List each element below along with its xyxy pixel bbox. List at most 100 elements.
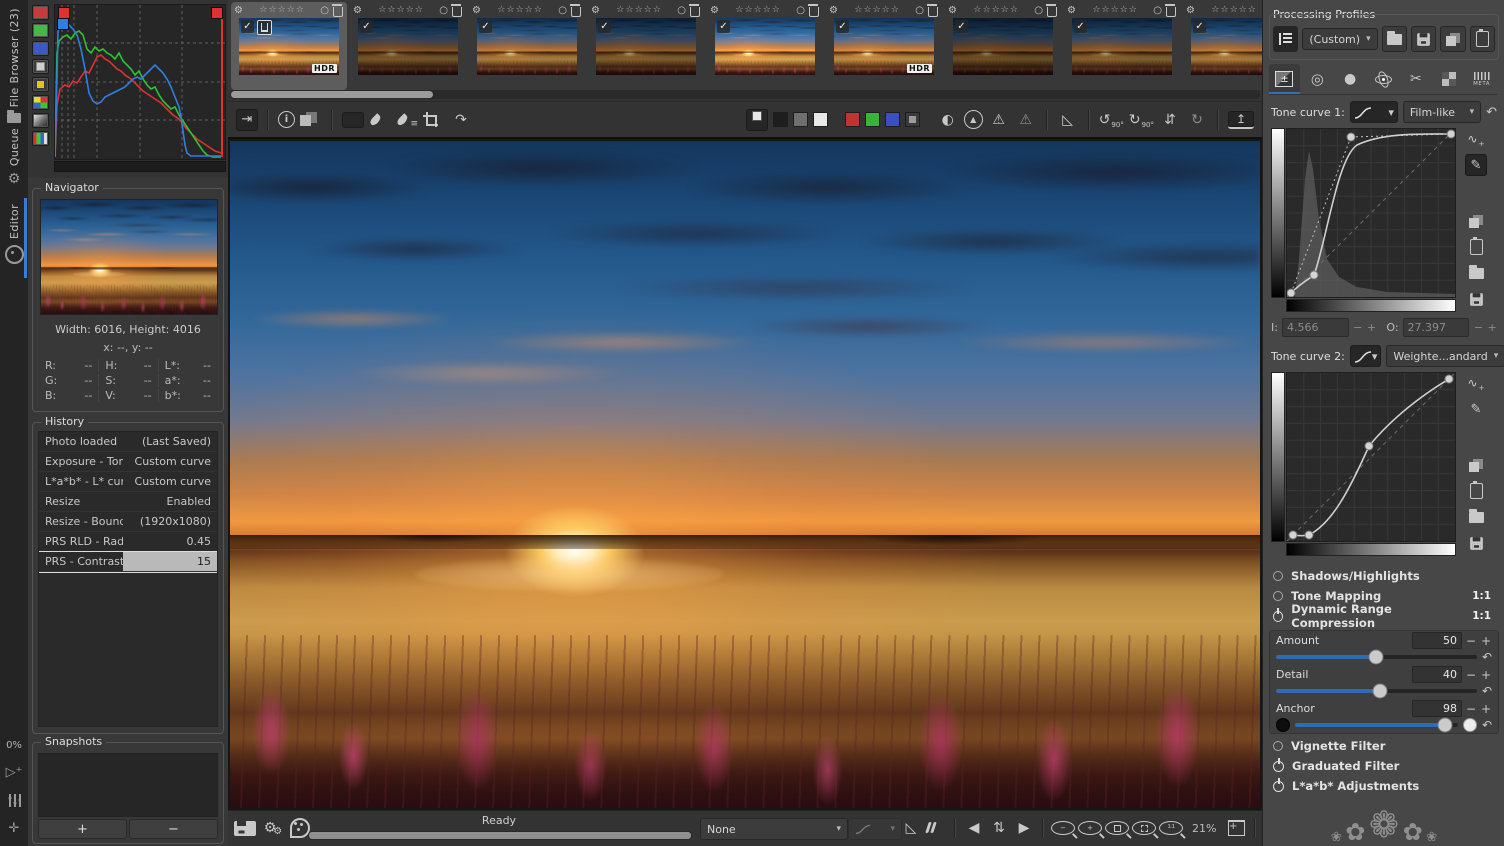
filmstrip-scrollbar[interactable] bbox=[230, 90, 1260, 99]
thumb-settings-icon[interactable]: ⚙ bbox=[353, 5, 362, 16]
star-icon[interactable]: ☆ bbox=[864, 6, 872, 15]
preview-mode-dropdown[interactable]: None ▾ bbox=[700, 818, 848, 840]
star-icon[interactable]: ☆ bbox=[296, 6, 304, 15]
pencil-edit-button[interactable]: ✎ bbox=[1465, 398, 1487, 420]
paste-curve-button[interactable] bbox=[1465, 236, 1487, 258]
background-black-button[interactable] bbox=[772, 112, 788, 127]
edit-point-button[interactable]: ∿ + bbox=[1465, 372, 1487, 394]
curve-mode-dropdown[interactable]: Film-like ▾ bbox=[1402, 101, 1482, 123]
tab-advanced[interactable] bbox=[1368, 64, 1399, 94]
star-icon[interactable]: ☆ bbox=[406, 6, 414, 15]
section-state-icon[interactable] bbox=[1273, 760, 1284, 772]
dock-left-panel-button[interactable]: ⇥ bbox=[236, 108, 258, 131]
section-state-icon[interactable] bbox=[1273, 591, 1283, 601]
fast-export-icon[interactable]: ▷⁺ bbox=[6, 765, 23, 780]
star-icon[interactable]: ☆ bbox=[735, 6, 743, 15]
previous-image-button[interactable]: ◀ bbox=[963, 817, 985, 839]
pin-panel-button[interactable]: ↥ bbox=[1228, 110, 1254, 129]
section-state-icon[interactable] bbox=[1273, 741, 1283, 751]
filmstrip-thumbnail[interactable]: ⚙ ☆☆☆☆☆ ○ ✓ bbox=[588, 2, 704, 90]
curve-preview-dropdown[interactable]: ▾ bbox=[848, 818, 902, 840]
reset-button[interactable]: ↶ bbox=[1482, 718, 1492, 732]
background-color-original-button[interactable] bbox=[745, 108, 768, 131]
color-picker-button[interactable] bbox=[396, 111, 418, 129]
tool-section-row[interactable]: L*a*b* Adjustments bbox=[1269, 776, 1497, 796]
curve-mode-dropdown[interactable]: Weighte...andard ▾ bbox=[1386, 345, 1504, 367]
flip-vertical-button[interactable]: ⇵ bbox=[1159, 109, 1181, 131]
filmstrip-thumbnail[interactable]: ⚙ ☆☆☆☆☆ ○ ✓ bbox=[350, 2, 466, 90]
zoom-out-button[interactable]: − bbox=[1051, 821, 1075, 835]
section-state-icon[interactable] bbox=[1273, 610, 1284, 622]
histogram-scale-strip[interactable] bbox=[54, 161, 226, 172]
star-icon[interactable]: ☆ bbox=[973, 6, 981, 15]
pencil-edit-button[interactable]: ✎ bbox=[1465, 154, 1487, 176]
star-icon[interactable]: ☆ bbox=[534, 6, 542, 15]
histogram-luminosity-toggle[interactable] bbox=[32, 59, 49, 74]
sharpening-mask-button[interactable]: ◺ bbox=[1057, 109, 1079, 131]
save-profile-button[interactable] bbox=[1410, 26, 1437, 52]
thumb-settings-icon[interactable]: ⚙ bbox=[710, 5, 719, 16]
trash-icon[interactable] bbox=[1046, 3, 1057, 17]
zoom-fit-crop-button[interactable] bbox=[1132, 821, 1156, 835]
slider-thumb[interactable] bbox=[1372, 683, 1388, 698]
star-icon[interactable]: ☆ bbox=[415, 6, 423, 15]
input-decrement[interactable]: − bbox=[1353, 321, 1363, 334]
background-gray-button[interactable] bbox=[792, 112, 808, 127]
tool-section-row[interactable]: Vignette Filter bbox=[1269, 736, 1497, 756]
image-info-button[interactable]: i bbox=[278, 111, 295, 128]
color-label-icon[interactable]: ○ bbox=[796, 5, 805, 16]
star-icon[interactable]: ☆ bbox=[983, 6, 991, 15]
trash-icon[interactable] bbox=[1165, 3, 1176, 17]
history-row[interactable]: Photo loaded (Last Saved) bbox=[39, 432, 217, 452]
histogram-blue-toggle[interactable] bbox=[32, 41, 49, 56]
shadow-clipping-button[interactable]: ⚠ bbox=[1015, 109, 1037, 131]
star-icon[interactable]: ☆ bbox=[644, 6, 652, 15]
load-profile-button[interactable] bbox=[1381, 26, 1407, 52]
star-icon[interactable]: ☆ bbox=[882, 6, 890, 15]
zoom-fit-button[interactable] bbox=[1105, 821, 1129, 835]
save-curve-button[interactable] bbox=[1465, 288, 1487, 310]
filmstrip-thumbnail[interactable]: ⚙ ☆☆☆☆☆ ○ ✓ bbox=[1064, 2, 1180, 90]
channel-red-button[interactable] bbox=[844, 112, 860, 127]
save-curve-button[interactable] bbox=[1465, 532, 1487, 554]
star-icon[interactable]: ☆ bbox=[616, 6, 624, 15]
crop-tool-button[interactable] bbox=[423, 111, 445, 128]
slider-track[interactable] bbox=[1276, 683, 1477, 698]
trash-icon[interactable] bbox=[332, 3, 343, 17]
star-icon[interactable]: ☆ bbox=[763, 6, 771, 15]
reset-button[interactable]: ↶ bbox=[1482, 650, 1492, 664]
profile-dropdown[interactable]: (Custom) ▾ bbox=[1302, 28, 1378, 50]
history-row[interactable]: Exposure - Tone c... Custom curve bbox=[39, 452, 217, 472]
sync-filmstrip-button[interactable]: ⇅ bbox=[988, 817, 1010, 839]
star-icon[interactable]: ☆ bbox=[397, 6, 405, 15]
filmstrip-thumbnail[interactable]: ⚙ ☆ ☆ ☆ ☆ ☆ ○ ✓ HDR bbox=[826, 2, 942, 90]
thumb-settings-icon[interactable]: ⚙ bbox=[591, 5, 600, 16]
move-icon[interactable]: ✛ bbox=[9, 821, 20, 836]
output-value-field[interactable]: 27.397 bbox=[1402, 317, 1470, 337]
right-clip-indicator[interactable] bbox=[211, 7, 223, 19]
star-icon[interactable]: ☆ bbox=[1092, 6, 1100, 15]
tool-section-row[interactable]: Dynamic Range Compression 1:1 bbox=[1269, 602, 1497, 630]
copy-curve-button[interactable] bbox=[1465, 454, 1487, 476]
star-icon[interactable]: ☆ bbox=[1129, 6, 1137, 15]
increment-button[interactable]: + bbox=[1480, 702, 1492, 716]
history-row[interactable]: L*a*b* - L* curve Custom curve bbox=[39, 472, 217, 492]
color-label-icon[interactable]: ○ bbox=[1034, 5, 1043, 16]
white-balance-picker-button[interactable] bbox=[369, 111, 391, 129]
decrement-button[interactable]: − bbox=[1465, 702, 1477, 716]
thumb-settings-icon[interactable]: ⚙ bbox=[1186, 5, 1195, 16]
section-state-icon[interactable] bbox=[1273, 571, 1283, 581]
histogram-chromaticity-toggle[interactable] bbox=[32, 77, 49, 92]
next-image-button[interactable]: ▶ bbox=[1013, 817, 1035, 839]
trash-icon[interactable] bbox=[927, 3, 938, 17]
tab-raw[interactable] bbox=[1433, 64, 1464, 94]
delete-snapshot-button[interactable]: − bbox=[129, 819, 218, 839]
add-snapshot-button[interactable]: + bbox=[38, 819, 127, 839]
star-icon[interactable]: ☆ bbox=[626, 6, 634, 15]
filmstrip-thumbnail[interactable]: ⚙ ☆☆☆☆☆ ○ ✓ bbox=[469, 2, 585, 90]
thumb-settings-icon[interactable]: ⚙ bbox=[234, 5, 243, 16]
curve-type-dropdown[interactable]: ▾ bbox=[1349, 345, 1382, 367]
paste-curve-button[interactable] bbox=[1465, 480, 1487, 502]
slider-value-field[interactable]: 40 bbox=[1412, 666, 1462, 683]
increment-button[interactable]: + bbox=[1480, 634, 1492, 648]
